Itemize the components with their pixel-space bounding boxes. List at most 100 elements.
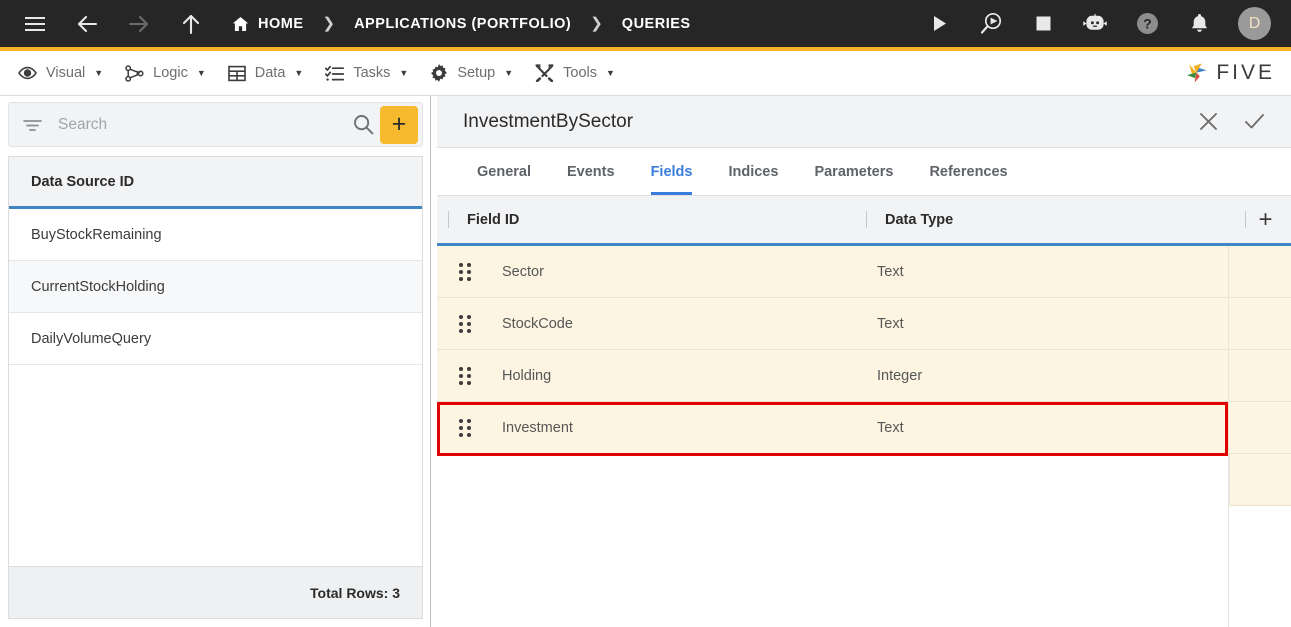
list-empty-area	[9, 365, 422, 566]
main-panel: InvestmentBySector General Events Fields…	[437, 96, 1291, 627]
breadcrumb: HOME ❯ APPLICATIONS (PORTFOLIO) ❯ QUERIE…	[232, 16, 691, 32]
hamburger-icon[interactable]	[22, 11, 48, 37]
list-item[interactable]: DailyVolumeQuery	[9, 313, 422, 365]
menu-item-tasks[interactable]: Tasks ▼	[325, 65, 408, 82]
sidebar-panel: + Data Source ID BuyStockRemaining Curre…	[0, 96, 431, 627]
drag-handle-icon[interactable]	[459, 366, 473, 385]
check-icon[interactable]	[1239, 107, 1269, 137]
menu-label-data: Data	[254, 65, 286, 81]
grid-cell-field-id: Investment	[437, 418, 859, 437]
arrow-right-icon[interactable]	[126, 11, 152, 37]
brand-text: FIVE	[1216, 61, 1275, 84]
chevron-down-icon: ▼	[94, 68, 104, 78]
field-id-value: Holding	[502, 367, 552, 384]
eye-icon	[18, 66, 37, 80]
search-icon[interactable]	[353, 114, 374, 135]
run-icon[interactable]	[926, 11, 952, 37]
field-id-value: Sector	[502, 263, 544, 280]
column-separator	[448, 211, 449, 228]
menu-label-visual: Visual	[46, 65, 86, 81]
debug-icon[interactable]	[978, 11, 1004, 37]
add-field-button[interactable]: +	[1258, 207, 1272, 232]
tools-icon	[535, 64, 554, 82]
grid-column-label-data-type: Data Type	[885, 211, 954, 228]
breadcrumb-label-home: HOME	[258, 15, 304, 32]
grid-cell-actions	[1228, 246, 1290, 297]
list-item[interactable]: BuyStockRemaining	[9, 209, 422, 261]
avatar[interactable]: D	[1238, 7, 1271, 40]
breadcrumb-item-queries[interactable]: QUERIES	[622, 16, 691, 32]
close-icon[interactable]	[1193, 107, 1223, 137]
nodes-icon	[125, 64, 144, 82]
menu-item-visual[interactable]: Visual ▼	[18, 65, 103, 81]
search-input[interactable]	[58, 115, 353, 134]
grid-trailing-cell	[1229, 454, 1291, 506]
notifications-icon[interactable]	[1186, 11, 1212, 37]
menu-item-setup[interactable]: Setup ▼	[430, 64, 513, 82]
grid-add-column-cell[interactable]: +	[1228, 196, 1290, 243]
checklist-icon	[325, 65, 345, 82]
table-row[interactable]: StockCode Text	[437, 298, 1291, 350]
tab-events[interactable]: Events	[549, 148, 633, 195]
tab-bar: General Events Fields Indices Parameters…	[437, 148, 1291, 196]
menu-label-tasks: Tasks	[353, 65, 391, 81]
total-rows-label: Total Rows: 3	[9, 566, 422, 618]
grid-header-row: Field ID Data Type +	[437, 196, 1291, 246]
filter-icon[interactable]	[23, 118, 42, 132]
menu-item-tools[interactable]: Tools ▼	[535, 64, 615, 82]
field-id-value: StockCode	[502, 315, 573, 332]
drag-handle-icon[interactable]	[459, 418, 473, 437]
grid-empty-left	[437, 454, 1228, 627]
table-icon	[227, 65, 246, 82]
menu-label-logic: Logic	[153, 65, 188, 81]
chevron-down-icon: ▼	[606, 68, 615, 78]
tab-indices[interactable]: Indices	[710, 148, 796, 195]
arrow-up-icon[interactable]	[178, 11, 204, 37]
breadcrumb-separator: ❯	[590, 15, 603, 32]
svg-text:?: ?	[1143, 16, 1152, 32]
grid-cell-actions	[1228, 350, 1290, 401]
arrow-left-icon[interactable]	[74, 11, 100, 37]
grid-cell-field-id: StockCode	[437, 314, 859, 333]
grid-column-header-data-type[interactable]: Data Type	[859, 196, 1228, 243]
grid-body: Sector Text StockCode Text Holding Integ…	[437, 246, 1291, 627]
menu-label-tools: Tools	[563, 65, 597, 81]
application-window: HOME ❯ APPLICATIONS (PORTFOLIO) ❯ QUERIE…	[0, 0, 1291, 627]
grid-cell-field-id: Holding	[437, 366, 859, 385]
breadcrumb-item-home[interactable]: HOME	[232, 16, 304, 32]
main-menu-bar: Visual ▼ Logic ▼ Data ▼ Tasks ▼ Setup ▼ …	[0, 51, 1291, 96]
topbar-actions: ? D	[900, 7, 1291, 40]
menu-item-logic[interactable]: Logic ▼	[125, 64, 206, 82]
tab-general[interactable]: General	[459, 148, 549, 195]
drag-handle-icon[interactable]	[459, 314, 473, 333]
table-row[interactable]: Investment Text	[437, 402, 1291, 454]
tab-fields[interactable]: Fields	[633, 148, 711, 195]
add-record-button[interactable]: +	[380, 105, 418, 144]
field-id-value: Investment	[502, 419, 573, 436]
table-row[interactable]: Sector Text	[437, 246, 1291, 298]
help-icon[interactable]: ?	[1134, 11, 1160, 37]
chevron-down-icon: ▼	[294, 68, 304, 78]
tab-parameters[interactable]: Parameters	[796, 148, 911, 195]
grid-column-header-field-id[interactable]: Field ID	[437, 196, 859, 243]
menu-label-setup: Setup	[457, 65, 496, 81]
panel-header: InvestmentBySector	[437, 96, 1291, 148]
stop-icon[interactable]	[1030, 11, 1056, 37]
tab-references[interactable]: References	[911, 148, 1025, 195]
home-icon	[232, 16, 249, 32]
chevron-down-icon: ▼	[196, 68, 206, 78]
grid-cell-data-type: Text	[877, 315, 904, 332]
chevron-down-icon: ▼	[504, 68, 514, 78]
pinwheel-icon	[1184, 61, 1209, 85]
grid-cell-data-type: Text	[877, 263, 904, 280]
list-item[interactable]: CurrentStockHolding	[9, 261, 422, 313]
grid-cell-actions	[1228, 402, 1290, 453]
menu-item-data[interactable]: Data ▼	[227, 65, 304, 82]
breadcrumb-item-applications[interactable]: APPLICATIONS (PORTFOLIO)	[354, 16, 571, 32]
chatbot-icon[interactable]	[1082, 11, 1108, 37]
panel-actions	[1177, 107, 1291, 137]
table-row[interactable]: Holding Integer	[437, 350, 1291, 402]
grid-column-label-field-id: Field ID	[467, 211, 520, 228]
column-separator	[1245, 211, 1247, 228]
drag-handle-icon[interactable]	[459, 262, 473, 281]
